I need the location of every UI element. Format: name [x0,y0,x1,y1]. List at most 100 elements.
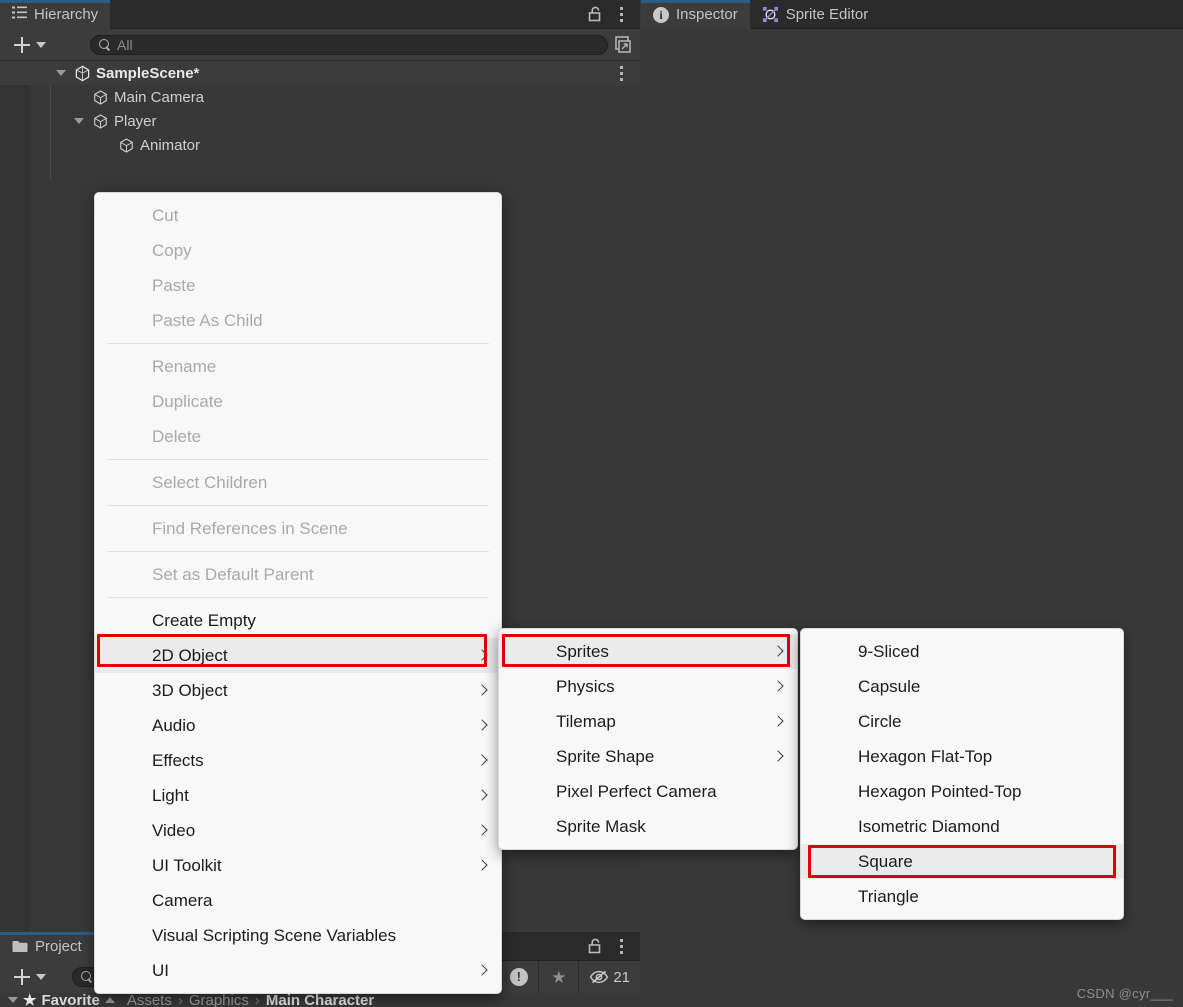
menu-item-create-empty[interactable]: Create Empty [95,603,501,638]
hierarchy-row-samplescene[interactable]: SampleScene* [0,61,640,85]
chevron-right-icon [478,650,485,661]
breadcrumb: Assets › Graphics › Main Character [127,993,374,1007]
status-favorites[interactable]: ★ [538,961,578,993]
hidden-objects-count: 21 [613,968,630,986]
menu-item-2d-object[interactable]: 2D Object [95,638,501,673]
menu-item-physics[interactable]: Physics [499,669,797,704]
menu-item-ui[interactable]: UI [95,953,501,988]
menu-item-label: Sprites [556,641,609,661]
menu-item-find-references-in-scene[interactable]: Find References in Scene [95,511,501,546]
hierarchy-add-button[interactable] [8,33,52,57]
menu-item-cut[interactable]: Cut [95,198,501,233]
project-favorites-toggle[interactable]: ★ Favorite [0,993,115,1007]
menu-item-label: UI [152,960,169,980]
submenu-2d-object: Sprites Physics Tilemap Sprite Shape Pix… [498,628,798,850]
menu-item-select-children[interactable]: Select Children [95,465,501,500]
hierarchy-toolbar: All [0,29,640,61]
tab-hierarchy[interactable]: Hierarchy [0,0,111,29]
menu-item-3d-object[interactable]: 3D Object [95,673,501,708]
menu-item-hexagon-flat-top[interactable]: Hexagon Flat-Top [801,739,1123,774]
menu-item-copy[interactable]: Copy [95,233,501,268]
menu-item-light[interactable]: Light [95,778,501,813]
menu-item-visual-scripting-scene-variables[interactable]: Visual Scripting Scene Variables [95,918,501,953]
project-add-button[interactable] [8,965,52,989]
tab-project[interactable]: Project [0,932,94,961]
tab-inspector[interactable]: i Inspector [641,0,750,29]
menu-item-label: Square [858,851,913,871]
star-icon: ★ [551,967,567,987]
project-kebab-menu-icon[interactable] [614,936,628,956]
menu-item-ui-toolkit[interactable]: UI Toolkit [95,848,501,883]
scene-kebab-menu-icon[interactable] [614,63,628,83]
project-lock-icon[interactable] [586,937,604,960]
menu-item-label: Sprite Shape [556,746,655,766]
menu-separator [107,459,489,460]
hierarchy-lock-icon[interactable] [586,5,604,23]
chevron-down-icon [36,41,46,48]
menu-separator [107,551,489,552]
menu-item-9-sliced[interactable]: 9-Sliced [801,634,1123,669]
menu-item-audio[interactable]: Audio [95,708,501,743]
menu-item-sprites[interactable]: Sprites [499,634,797,669]
menu-separator [107,343,489,344]
breadcrumb-item-main-character[interactable]: Main Character [266,993,374,1007]
menu-item-triangle[interactable]: Triangle [801,879,1123,914]
menu-item-set-as-default-parent[interactable]: Set as Default Parent [95,557,501,592]
menu-item-label: Capsule [858,676,921,696]
menu-item-paste[interactable]: Paste [95,268,501,303]
hierarchy-row-main-camera[interactable]: Main Camera [0,85,640,109]
menu-item-sprite-mask[interactable]: Sprite Mask [499,809,797,844]
chevron-right-icon [478,720,485,731]
chevron-down-icon[interactable] [56,70,66,76]
menu-item-camera[interactable]: Camera [95,883,501,918]
menu-item-video[interactable]: Video [95,813,501,848]
gameobject-cube-icon [92,113,109,130]
menu-item-label: Cut [152,205,179,225]
project-status-bar: ! ★ 21 [498,961,640,993]
menu-item-effects[interactable]: Effects [95,743,501,778]
chevron-right-icon [774,681,781,692]
hierarchy-list-icon [12,6,27,23]
menu-item-isometric-diamond[interactable]: Isometric Diamond [801,809,1123,844]
status-console-warning[interactable]: ! [498,961,538,993]
menu-item-paste-as-child[interactable]: Paste As Child [95,303,501,338]
hierarchy-row-animator[interactable]: Animator [0,133,640,157]
watermark: CSDN @cyr___ [1076,986,1173,1001]
menu-item-delete[interactable]: Delete [95,419,501,454]
menu-item-hexagon-pointed-top[interactable]: Hexagon Pointed-Top [801,774,1123,809]
breadcrumb-item-graphics[interactable]: Graphics [189,993,249,1007]
hierarchy-tabstrip: Hierarchy [0,0,640,29]
menu-item-label: Circle [858,711,902,731]
chevron-right-icon [774,751,781,762]
expand-panel-icon[interactable] [612,34,634,56]
tab-sprite-editor[interactable]: Sprite Editor [750,0,881,29]
menu-item-label: Paste [152,275,196,295]
sprite-editor-icon [762,6,779,23]
menu-item-tilemap[interactable]: Tilemap [499,704,797,739]
menu-item-label: 2D Object [152,645,228,665]
hierarchy-search-input[interactable]: All [90,34,608,55]
tab-inspector-label: Inspector [676,6,738,23]
hierarchy-row-player[interactable]: Player [0,109,640,133]
menu-item-circle[interactable]: Circle [801,704,1123,739]
project-favorites-label: Favorite [41,993,100,1007]
chevron-down-icon [36,974,46,980]
hierarchy-row-label: Main Camera [114,88,205,106]
chevron-right-icon [478,860,485,871]
tab-project-label: Project [35,938,82,955]
chevron-up-icon[interactable] [104,997,115,1003]
menu-item-rename[interactable]: Rename [95,349,501,384]
menu-item-duplicate[interactable]: Duplicate [95,384,501,419]
menu-item-label: Visual Scripting Scene Variables [152,925,397,945]
status-hidden-objects[interactable]: 21 [578,961,640,993]
hierarchy-kebab-menu-icon[interactable] [614,4,628,24]
menu-item-label: Tilemap [556,711,616,731]
menu-item-capsule[interactable]: Capsule [801,669,1123,704]
breadcrumb-item-assets[interactable]: Assets [127,993,172,1007]
menu-item-square[interactable]: Square [801,844,1123,879]
menu-item-pixel-perfect-camera[interactable]: Pixel Perfect Camera [499,774,797,809]
chevron-down-icon[interactable] [74,118,84,124]
exclamation-circle-icon: ! [509,968,528,986]
menu-item-sprite-shape[interactable]: Sprite Shape [499,739,797,774]
menu-item-label: Create Empty [152,610,256,630]
